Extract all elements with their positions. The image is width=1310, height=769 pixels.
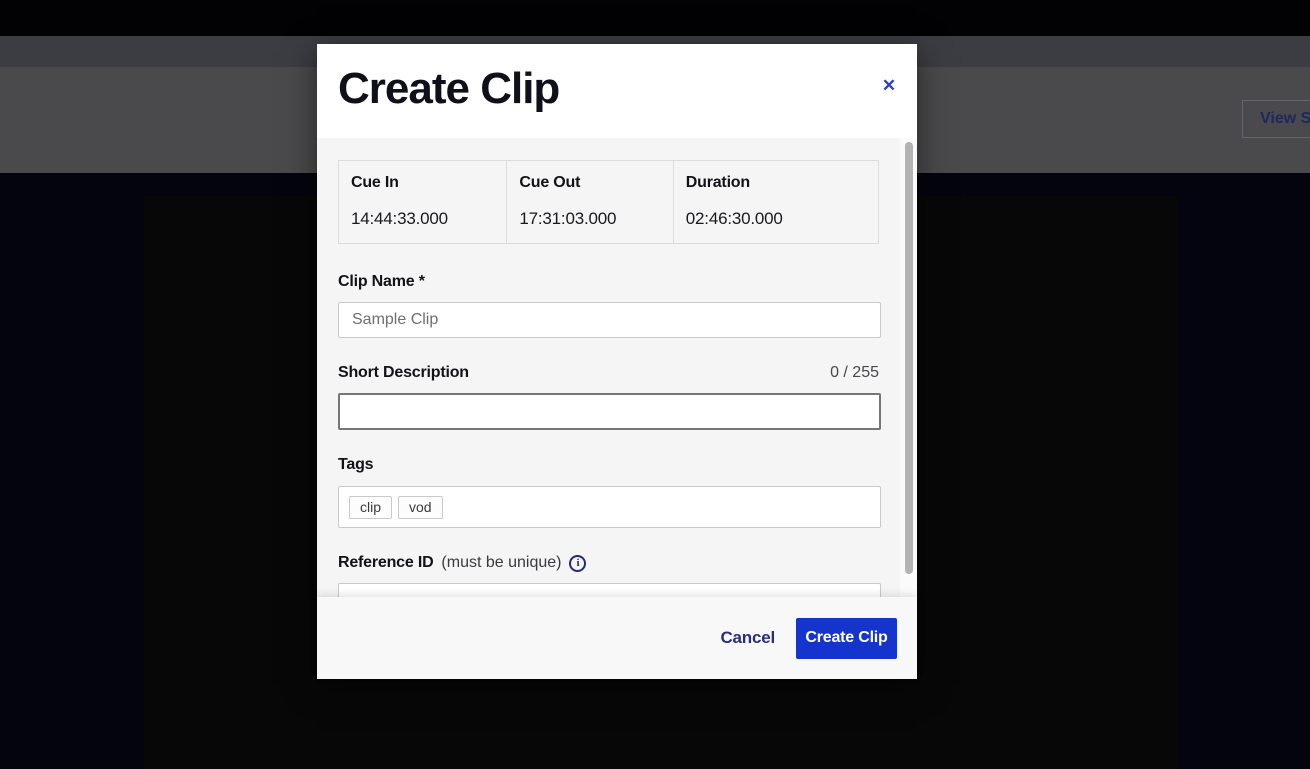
reference-id-section: Reference ID (must be unique) i xyxy=(338,554,879,597)
tag-chip[interactable]: vod xyxy=(398,496,443,519)
create-clip-modal: Create Clip ✕ Cue In 14:44:33.000 Cue Ou… xyxy=(317,44,917,679)
short-description-label: Short Description xyxy=(338,364,469,382)
clip-name-section: Clip Name * xyxy=(338,273,879,338)
tag-chip[interactable]: clip xyxy=(349,496,392,519)
info-icon[interactable]: i xyxy=(569,555,586,572)
cue-out-column: Cue Out 17:31:03.000 xyxy=(506,161,672,243)
modal-footer: Cancel Create Clip xyxy=(317,597,917,679)
close-icon[interactable]: ✕ xyxy=(877,74,901,98)
modal-scrollbar-thumb[interactable] xyxy=(905,142,913,574)
cue-table: Cue In 14:44:33.000 Cue Out 17:31:03.000… xyxy=(338,160,879,244)
char-counter: 0 / 255 xyxy=(830,364,879,382)
modal-scrollbar-track[interactable] xyxy=(900,138,917,597)
cue-out-value: 17:31:03.000 xyxy=(519,209,660,229)
cue-in-header: Cue In xyxy=(351,174,494,192)
short-description-section: Short Description 0 / 255 xyxy=(338,364,879,430)
reference-id-input[interactable] xyxy=(338,583,881,597)
view-saved-button[interactable]: View Sav xyxy=(1242,100,1310,138)
reference-id-hint: (must be unique) xyxy=(441,554,561,572)
short-description-textarea[interactable] xyxy=(338,393,881,430)
modal-title: Create Clip xyxy=(338,64,559,114)
top-black-bar xyxy=(0,0,1310,36)
duration-value: 02:46:30.000 xyxy=(686,209,866,229)
clip-name-input[interactable] xyxy=(338,302,881,338)
tags-input[interactable]: clip vod xyxy=(338,486,881,528)
create-clip-button[interactable]: Create Clip xyxy=(796,618,897,659)
modal-body: Cue In 14:44:33.000 Cue Out 17:31:03.000… xyxy=(317,138,917,597)
reference-id-label: Reference ID xyxy=(338,554,433,572)
tags-label: Tags xyxy=(338,456,879,474)
tags-section: Tags clip vod xyxy=(338,456,879,528)
clip-name-label: Clip Name * xyxy=(338,273,425,291)
cancel-button[interactable]: Cancel xyxy=(720,628,775,648)
modal-header: Create Clip ✕ xyxy=(317,44,917,138)
cue-in-column: Cue In 14:44:33.000 xyxy=(339,161,506,243)
duration-column: Duration 02:46:30.000 xyxy=(673,161,878,243)
cue-in-value: 14:44:33.000 xyxy=(351,209,494,229)
cue-out-header: Cue Out xyxy=(519,174,660,192)
duration-header: Duration xyxy=(686,174,866,192)
